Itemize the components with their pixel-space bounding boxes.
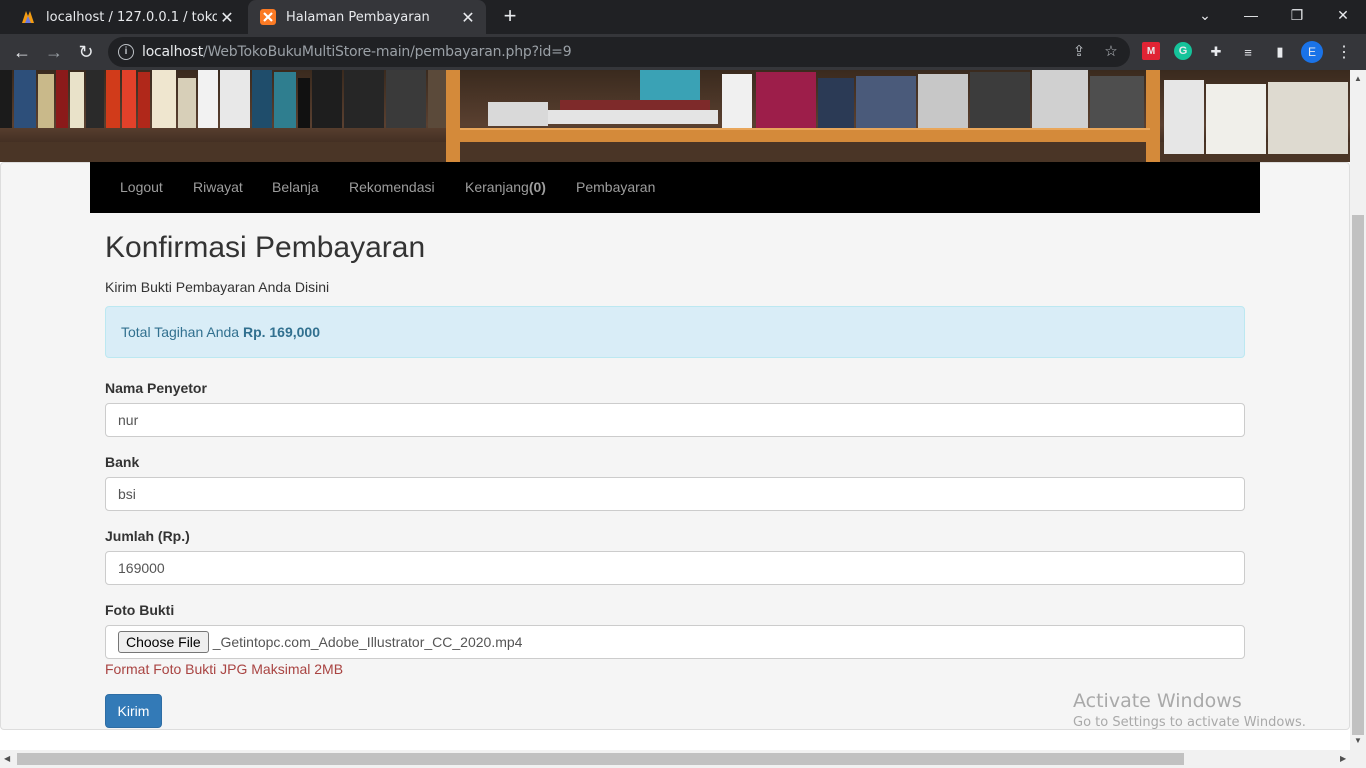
close-tab-icon[interactable]: ✕: [458, 8, 478, 27]
amount-label: Jumlah (Rp.): [105, 528, 190, 544]
page-viewport: Logout Riwayat Belanja Rekomendasi Keran…: [0, 70, 1350, 750]
nav-rekomendasi[interactable]: Rekomendasi: [349, 179, 435, 195]
scroll-left-arrow-icon[interactable]: ◀: [4, 754, 10, 763]
tab-phpmyadmin[interactable]: localhost / 127.0.0.1 / tokobuku / ✕: [8, 0, 245, 34]
close-tab-icon[interactable]: ✕: [217, 8, 237, 27]
close-window-icon[interactable]: ✕: [1320, 0, 1366, 30]
minimize-icon[interactable]: —: [1228, 0, 1274, 30]
nav-logout[interactable]: Logout: [120, 179, 163, 195]
url-text[interactable]: localhost/WebTokoBukuMultiStore-main/pem…: [142, 44, 572, 60]
amount-input[interactable]: 169000: [105, 551, 1245, 585]
site-info-icon[interactable]: i: [118, 44, 134, 60]
restore-icon[interactable]: ❐: [1274, 0, 1320, 30]
tab-pembayaran[interactable]: Halaman Pembayaran ✕: [248, 0, 486, 34]
activate-windows-subtitle: Go to Settings to activate Windows.: [1073, 715, 1306, 730]
nav-keranjang[interactable]: Keranjang(0): [465, 179, 546, 195]
reload-icon[interactable]: ↻: [72, 38, 100, 66]
profile-avatar[interactable]: E: [1301, 41, 1323, 63]
url-host: localhost: [142, 44, 204, 60]
nav-keranjang-label: Keranjang: [465, 179, 529, 195]
tab-title: localhost / 127.0.0.1 / tokobuku /: [46, 9, 217, 25]
main-navbar: Logout Riwayat Belanja Rekomendasi Keran…: [90, 162, 1260, 213]
total-bill-alert: Total Tagihan Anda Rp. 169,000: [105, 306, 1245, 358]
selected-file-name: _Getintopc.com_Adobe_Illustrator_CC_2020…: [212, 634, 523, 650]
browser-titlebar: localhost / 127.0.0.1 / tokobuku / ✕ Hal…: [0, 0, 1366, 34]
share-icon[interactable]: ⇪: [1070, 43, 1088, 61]
horizontal-scrollbar[interactable]: ◀ ▶: [0, 750, 1366, 768]
forward-arrow-icon[interactable]: →: [40, 38, 68, 66]
cart-count: (0): [528, 179, 546, 195]
nav-belanja[interactable]: Belanja: [272, 179, 319, 195]
tab-title: Halaman Pembayaran: [286, 9, 430, 25]
name-label: Nama Penyetor: [105, 380, 207, 396]
browser-toolbar: ← → ↻ i localhost/WebTokoBukuMultiStore-…: [0, 34, 1366, 70]
bank-label: Bank: [105, 454, 140, 470]
photo-file-input: Choose File _Getintopc.com_Adobe_Illustr…: [105, 625, 1245, 659]
xampp-icon: [260, 9, 276, 25]
url-path: /WebTokoBukuMultiStore-main/pembayaran.p…: [203, 44, 572, 60]
scroll-down-arrow-icon[interactable]: ▼: [1354, 736, 1362, 745]
vertical-scrollbar[interactable]: ▲ ▼: [1350, 70, 1366, 750]
photo-help-text: Format Foto Bukti JPG Maksimal 2MB: [105, 661, 344, 677]
scroll-right-arrow-icon[interactable]: ▶: [1340, 754, 1346, 763]
tab-search-chevron-icon[interactable]: ⌄: [1182, 0, 1228, 30]
address-bar[interactable]: i localhost/WebTokoBukuMultiStore-main/p…: [108, 37, 1130, 67]
page-title: Konfirmasi Pembayaran: [105, 231, 426, 264]
activate-windows-title: Activate Windows: [1073, 690, 1242, 712]
phpmyadmin-icon: [20, 9, 36, 25]
mendeley-extension-icon[interactable]: M: [1142, 42, 1160, 60]
alert-text: Total Tagihan Anda: [121, 324, 243, 340]
horizontal-scroll-thumb[interactable]: [17, 753, 1184, 765]
back-arrow-icon[interactable]: ←: [8, 38, 36, 66]
nav-riwayat[interactable]: Riwayat: [193, 179, 243, 195]
new-tab-plus-icon[interactable]: +: [498, 5, 522, 29]
name-input[interactable]: nur: [105, 403, 1245, 437]
submit-button[interactable]: Kirim: [105, 694, 162, 728]
bank-input[interactable]: bsi: [105, 477, 1245, 511]
reading-list-icon[interactable]: ≡: [1238, 42, 1258, 62]
alert-amount: Rp. 169,000: [242, 324, 321, 340]
bookshelf-banner-image: [0, 70, 1350, 162]
photo-label: Foto Bukti: [105, 602, 175, 618]
extensions-puzzle-icon[interactable]: ✚: [1206, 42, 1226, 62]
grammarly-extension-icon[interactable]: G: [1174, 42, 1192, 60]
page-subtitle: Kirim Bukti Pembayaran Anda Disini: [105, 279, 330, 295]
choose-file-button[interactable]: Choose File: [118, 631, 209, 653]
side-panel-icon[interactable]: ▮: [1270, 42, 1290, 62]
scroll-up-arrow-icon[interactable]: ▲: [1354, 74, 1362, 83]
bookmark-star-icon[interactable]: ☆: [1102, 43, 1120, 61]
vertical-scroll-thumb[interactable]: [1352, 215, 1364, 735]
nav-pembayaran[interactable]: Pembayaran: [576, 179, 655, 195]
menu-kebab-icon[interactable]: ⋮: [1334, 42, 1354, 62]
